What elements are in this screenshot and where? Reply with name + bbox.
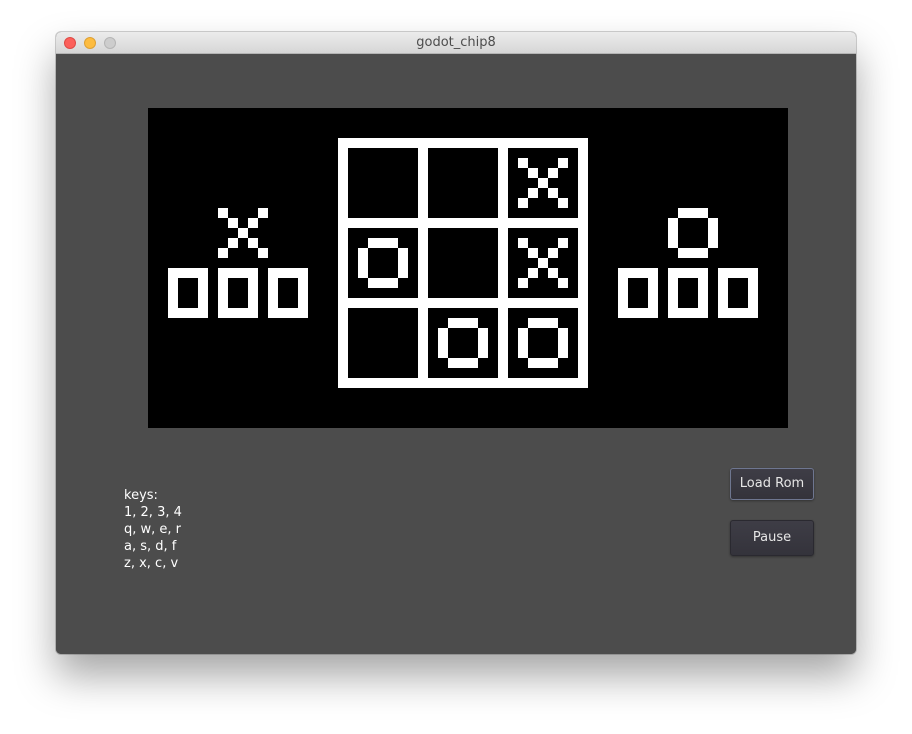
left-score-digit [268, 268, 308, 318]
load-rom-button[interactable]: Load Rom [730, 468, 814, 500]
keys-row: 1, 2, 3, 4 [124, 505, 182, 520]
app-content: keys: 1, 2, 3, 4 q, w, e, r a, s, d, f z… [56, 54, 856, 654]
chip8-display [148, 108, 788, 428]
left-score-digit [218, 268, 258, 318]
right-score-digit [668, 268, 708, 318]
board-mark-x [518, 158, 568, 208]
pause-button[interactable]: Pause [730, 520, 814, 556]
board-mark-o [358, 238, 408, 288]
left-player-symbol [218, 208, 268, 258]
app-window: godot_chip8 keys: 1, 2, 3, 4 q, w, e, r … [56, 32, 856, 654]
board-mark-o [518, 318, 568, 368]
keys-help: keys: 1, 2, 3, 4 q, w, e, r a, s, d, f z… [124, 487, 182, 572]
board-mark-o [438, 318, 488, 368]
keys-heading: keys: [124, 488, 158, 503]
title-bar[interactable]: godot_chip8 [56, 32, 856, 54]
right-score-digit [718, 268, 758, 318]
chip8-display-canvas [168, 138, 758, 388]
keys-row: z, x, c, v [124, 556, 179, 571]
board-mark-x [518, 238, 568, 288]
right-player-symbol [668, 208, 718, 258]
keys-row: a, s, d, f [124, 539, 177, 554]
left-score-digit [168, 268, 208, 318]
keys-row: q, w, e, r [124, 522, 182, 537]
window-title: godot_chip8 [416, 35, 496, 50]
right-score-digit [618, 268, 658, 318]
